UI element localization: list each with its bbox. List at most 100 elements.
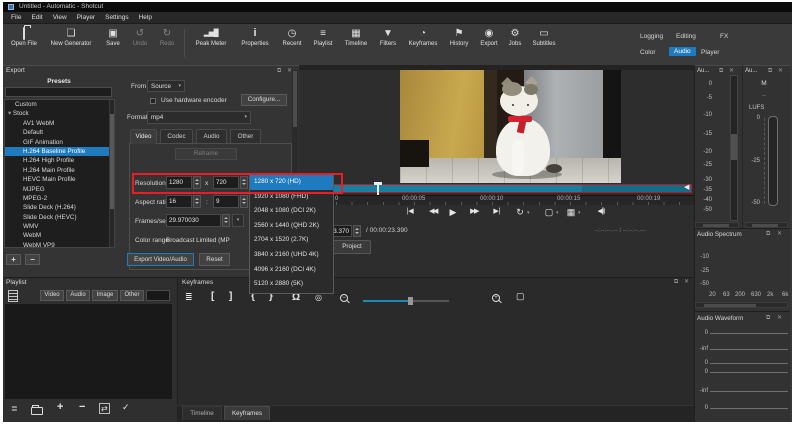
menu-view[interactable]: View xyxy=(48,12,72,23)
workspace-audio[interactable]: Audio xyxy=(669,47,696,56)
resolution-option[interactable]: 2048 x 1080 (DCI 2K) xyxy=(250,204,333,219)
close-icon[interactable]: ✕ xyxy=(729,68,734,74)
zoom-menu-caret[interactable]: ▾ xyxy=(556,210,559,216)
playlist-menu-icon[interactable]: ≣ xyxy=(11,404,18,413)
float-icon[interactable]: ⧉ xyxy=(768,68,772,74)
preset-item[interactable]: AV1 WebM xyxy=(5,119,114,128)
from-dropdown[interactable]: Source▾ xyxy=(147,80,185,92)
resolution-option-selected[interactable]: 1280 x 720 (HD) xyxy=(250,175,333,190)
fps-dropdown[interactable]: ▾ xyxy=(232,214,244,227)
close-icon[interactable]: ✕ xyxy=(684,279,689,285)
zoom-in-icon[interactable]: + xyxy=(492,294,500,302)
reframe-button[interactable]: Reframe xyxy=(175,148,237,160)
reset-button[interactable]: Reset xyxy=(199,253,230,266)
grid-button[interactable]: ▦ xyxy=(565,205,577,219)
preset-item[interactable]: H.264 High Profile xyxy=(5,156,114,165)
export-button[interactable]: ◉Export xyxy=(476,27,502,47)
filter-audio-button[interactable]: Audio xyxy=(66,290,90,301)
preset-item[interactable]: Custom xyxy=(5,100,114,109)
loop-menu-caret[interactable]: ▾ xyxy=(527,210,530,216)
close-icon[interactable]: ✕ xyxy=(777,315,782,321)
play-button[interactable]: ▶ xyxy=(447,205,459,219)
volume-button[interactable]: ◀)) xyxy=(591,205,611,219)
resolution-option[interactable]: 5120 x 2880 (5K) xyxy=(250,277,333,292)
float-icon[interactable]: ⧉ xyxy=(766,231,770,237)
presets-list[interactable]: Custom ▾ Stock AV1 WebM Default GIF Anim… xyxy=(4,99,115,248)
tab-timeline[interactable]: Timeline xyxy=(182,406,222,420)
resolution-height-stepper[interactable] xyxy=(240,176,248,189)
tab-other[interactable]: Other xyxy=(230,129,261,143)
loop-button[interactable]: ↻ xyxy=(514,205,526,219)
fast-forward-button[interactable]: ▶▶ xyxy=(465,205,483,219)
tab-audio[interactable]: Audio xyxy=(196,129,227,143)
set-filter-end-icon[interactable]: ] xyxy=(229,291,232,302)
preset-item[interactable]: Slide Deck (H.264) xyxy=(5,203,114,212)
preset-item[interactable]: MPEG-2 xyxy=(5,194,114,203)
workspace-color[interactable]: Color xyxy=(640,49,656,56)
filters-button[interactable]: ▼Filters xyxy=(375,27,401,47)
resolution-height-field[interactable] xyxy=(213,176,239,189)
presets-search-input[interactable] xyxy=(5,87,112,97)
new-generator-button[interactable]: ❏New Generator xyxy=(44,27,98,47)
redo-button[interactable]: ↻Redo xyxy=(155,27,179,47)
resolution-option[interactable]: 2560 x 1440 (QHD 2K) xyxy=(250,219,333,234)
preset-item[interactable]: H.264 Main Profile xyxy=(5,166,114,175)
hw-encoder-checkbox[interactable] xyxy=(150,98,156,104)
filter-video-button[interactable]: Video xyxy=(40,290,64,301)
preset-item-selected[interactable]: H.264 Baseline Profile xyxy=(5,147,114,156)
color-range-dropdown[interactable]: Broadcast Limited (MP xyxy=(166,237,248,244)
playlist-update-icon[interactable]: ⇄ xyxy=(99,403,110,414)
tab-keyframes[interactable]: Keyframes xyxy=(224,406,270,420)
fps-field[interactable] xyxy=(166,214,221,227)
resolution-option[interactable]: 1920 x 1080 (FHD) xyxy=(250,190,333,205)
properties-button[interactable]: iProperties xyxy=(235,27,275,47)
open-file-button[interactable]: Open File xyxy=(7,27,41,47)
float-icon[interactable]: ⧉ xyxy=(719,68,723,74)
zoom-out-icon[interactable]: − xyxy=(340,294,348,302)
menu-help[interactable]: Help xyxy=(134,12,157,23)
format-dropdown[interactable]: mp4▾ xyxy=(147,111,251,124)
spectrum-scrollbar[interactable] xyxy=(695,302,788,308)
playlist-open-icon[interactable] xyxy=(31,404,43,415)
close-icon[interactable]: ✕ xyxy=(778,68,783,74)
timeline-button[interactable]: ▦Timeline xyxy=(340,27,372,47)
skip-start-button[interactable]: |◀ xyxy=(402,205,418,219)
menu-player[interactable]: Player xyxy=(72,12,100,23)
playlist-empty-area[interactable] xyxy=(5,304,172,399)
preset-item[interactable]: Slide Deck (HEVC) xyxy=(5,213,114,222)
aspect-b-field[interactable] xyxy=(213,195,239,208)
playlist-button[interactable]: ≡Playlist xyxy=(309,27,337,47)
save-button[interactable]: ▣Save xyxy=(101,27,125,47)
zoom-slider-handle[interactable] xyxy=(408,297,413,305)
aspect-a-stepper[interactable] xyxy=(193,195,201,208)
menu-edit[interactable]: Edit xyxy=(26,12,47,23)
preset-item[interactable]: WebM xyxy=(5,231,114,240)
peak-meter-button[interactable]: ▂▅█Peak Meter xyxy=(190,27,232,47)
preset-item[interactable]: WebM VP9 xyxy=(5,241,114,248)
aspect-a-field[interactable] xyxy=(166,195,192,208)
preset-item[interactable]: Default xyxy=(5,128,114,137)
rewind-button[interactable]: ◀◀ xyxy=(424,205,442,219)
out-point-marker[interactable]: ◀ xyxy=(684,183,689,191)
skip-end-button[interactable]: ▶| xyxy=(489,205,505,219)
preset-item-stock[interactable]: ▾ Stock xyxy=(5,109,114,118)
keyframes-menu-icon[interactable]: ≣ xyxy=(185,292,193,303)
zoom-fit-button[interactable]: ▢ xyxy=(543,205,555,219)
float-icon[interactable]: ⧉ xyxy=(766,315,770,321)
aspect-b-stepper[interactable] xyxy=(240,195,248,208)
timecode-stepper[interactable] xyxy=(353,225,361,237)
zoom-fit-icon[interactable]: ▢ xyxy=(516,291,525,302)
set-filter-start-icon[interactable]: [ xyxy=(211,291,214,302)
filter-image-button[interactable]: Image xyxy=(92,290,118,301)
menu-settings[interactable]: Settings xyxy=(100,12,134,23)
float-icon[interactable]: ⧉ xyxy=(277,68,281,74)
preset-item[interactable]: MJPEG xyxy=(5,185,114,194)
recent-button[interactable]: ◷Recent xyxy=(278,27,306,47)
playlist-search-input[interactable] xyxy=(146,290,170,301)
workspace-logging[interactable]: Logging xyxy=(640,33,663,40)
menu-file[interactable]: File xyxy=(6,12,26,23)
float-icon[interactable]: ⧉ xyxy=(674,279,678,285)
fps-stepper[interactable] xyxy=(222,214,230,227)
configure-button[interactable]: Configure... xyxy=(241,94,287,106)
resolution-width-stepper[interactable] xyxy=(193,176,201,189)
